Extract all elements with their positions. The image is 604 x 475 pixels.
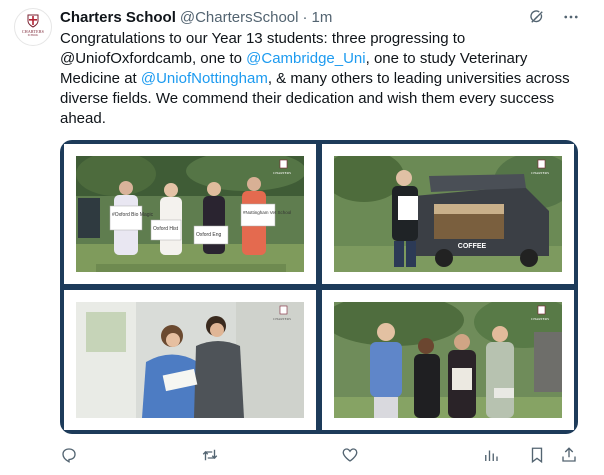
share-icon[interactable] — [560, 446, 578, 464]
watermark-3: CHARTERS — [273, 317, 291, 321]
avatar[interactable]: CHARTERS SCHOOL — [14, 8, 52, 46]
school-crest-icon — [27, 14, 39, 28]
photo-tile-4[interactable]: CHARTERS — [322, 290, 574, 430]
photo-students-signs: #Oxford Bio Magic Oxford Hist Oxford Eng… — [76, 156, 304, 272]
photo-coffee-van: COFFEE CHARTERS — [334, 156, 562, 272]
retweet-icon[interactable] — [201, 446, 219, 464]
reply-icon[interactable] — [60, 446, 78, 464]
like-icon[interactable] — [341, 446, 359, 464]
mention-nottingham[interactable]: @UniofNottingham — [141, 70, 268, 87]
bookmark-icon[interactable] — [528, 446, 546, 464]
watermark-1: CHARTERS — [273, 171, 291, 175]
avatar-subtext: SCHOOL — [27, 34, 39, 37]
photo-tile-3[interactable]: CHARTERS — [64, 290, 316, 430]
watermark-2: CHARTERS — [531, 171, 549, 175]
tweet[interactable]: CHARTERS SCHOOL Charters School @Charter… — [0, 0, 604, 475]
van-text: COFFEE — [458, 243, 487, 250]
sign-4: #Nottingham Vet School — [243, 210, 291, 215]
author-name[interactable]: Charters School — [60, 9, 176, 26]
sign-1: #Oxford Bio Magic — [112, 212, 154, 218]
photo-four-students: CHARTERS — [334, 302, 562, 418]
sign-3: Oxford Eng — [196, 232, 222, 238]
photo-tile-1[interactable]: #Oxford Bio Magic Oxford Hist Oxford Eng… — [64, 144, 316, 284]
action-bar — [60, 444, 578, 466]
views-icon[interactable] — [482, 446, 500, 464]
watermark-4: CHARTERS — [531, 317, 549, 321]
author-handle[interactable]: @ChartersSchool — [180, 9, 299, 26]
media-grid[interactable]: #Oxford Bio Magic Oxford Hist Oxford Eng… — [60, 140, 578, 434]
timestamp[interactable]: 1m — [311, 9, 332, 26]
mention-cambridge[interactable]: @Cambridge_Uni — [246, 50, 365, 67]
tweet-text: Congratulations to our Year 13 students:… — [60, 29, 580, 129]
sign-2: Oxford Hist — [153, 226, 179, 232]
top-icons — [528, 8, 580, 26]
photo-tile-2[interactable]: COFFEE CHARTERS — [322, 144, 574, 284]
photo-reading-results: CHARTERS — [76, 302, 304, 418]
tweet-header: Charters School @ChartersSchool · 1m — [60, 7, 332, 27]
more-icon[interactable] — [562, 8, 580, 26]
grok-icon[interactable] — [528, 8, 546, 26]
separator: · — [302, 8, 308, 26]
